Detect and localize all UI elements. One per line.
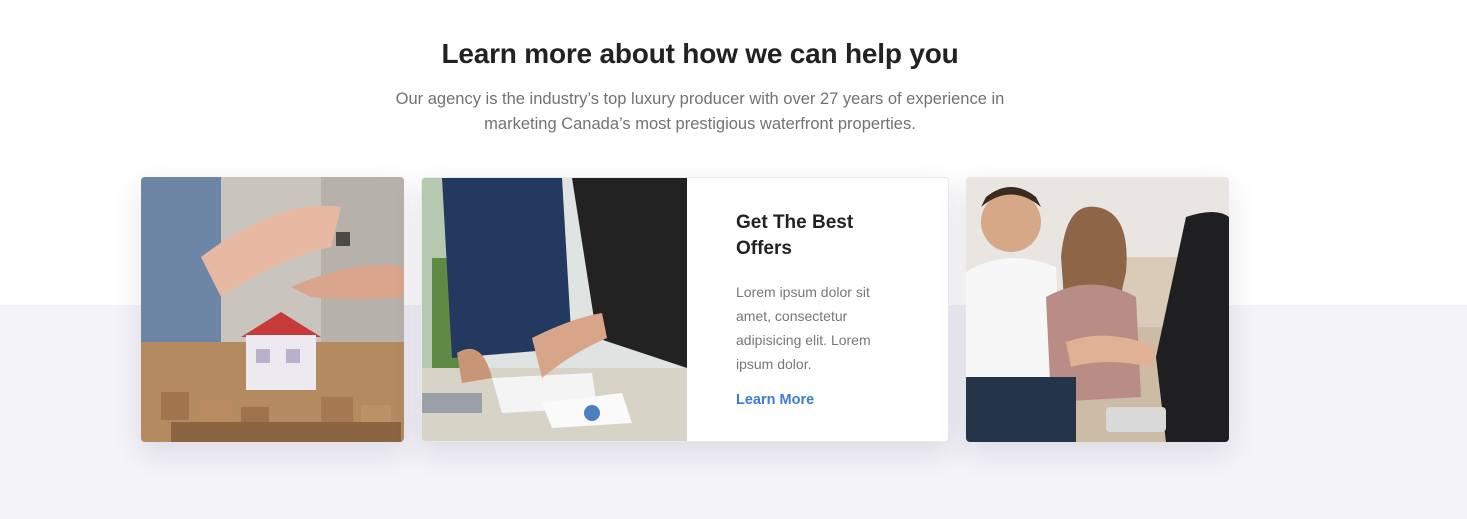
section-subtext: Our agency is the industry’s top luxury … <box>372 87 1028 137</box>
business-meeting-photo <box>422 178 687 441</box>
card-couple-handshake[interactable] <box>966 177 1229 442</box>
card-text-line-3: adipisicing elit. Lorem <box>736 332 871 348</box>
house-keys-photo <box>141 177 404 442</box>
card-title-line-1: Get The Best <box>736 212 854 233</box>
subtext-line-2: marketing Canada’s most prestigious wate… <box>484 115 916 133</box>
card-text-line-4: ipsum dolor. <box>736 356 812 372</box>
card-content: Get The Best Offers Lorem ipsum dolor si… <box>736 210 906 409</box>
card-best-offers[interactable]: Get The Best Offers Lorem ipsum dolor si… <box>421 177 949 442</box>
page: Learn more about how we can help you Our… <box>0 0 1467 519</box>
couple-handshake-photo <box>966 177 1229 442</box>
card-text-line-1: Lorem ipsum dolor sit <box>736 284 870 300</box>
card-house-keys[interactable] <box>141 177 404 442</box>
card-title: Get The Best Offers <box>736 210 906 262</box>
section-heading: Learn more about how we can help you <box>441 38 959 69</box>
card-description: Lorem ipsum dolor sit amet, consectetur … <box>736 280 906 376</box>
card-text-line-2: amet, consectetur <box>736 308 848 324</box>
learn-more-link[interactable]: Learn More <box>736 392 814 408</box>
card-title-line-2: Offers <box>736 238 792 259</box>
subtext-line-1: Our agency is the industry’s top luxury … <box>395 90 1005 108</box>
